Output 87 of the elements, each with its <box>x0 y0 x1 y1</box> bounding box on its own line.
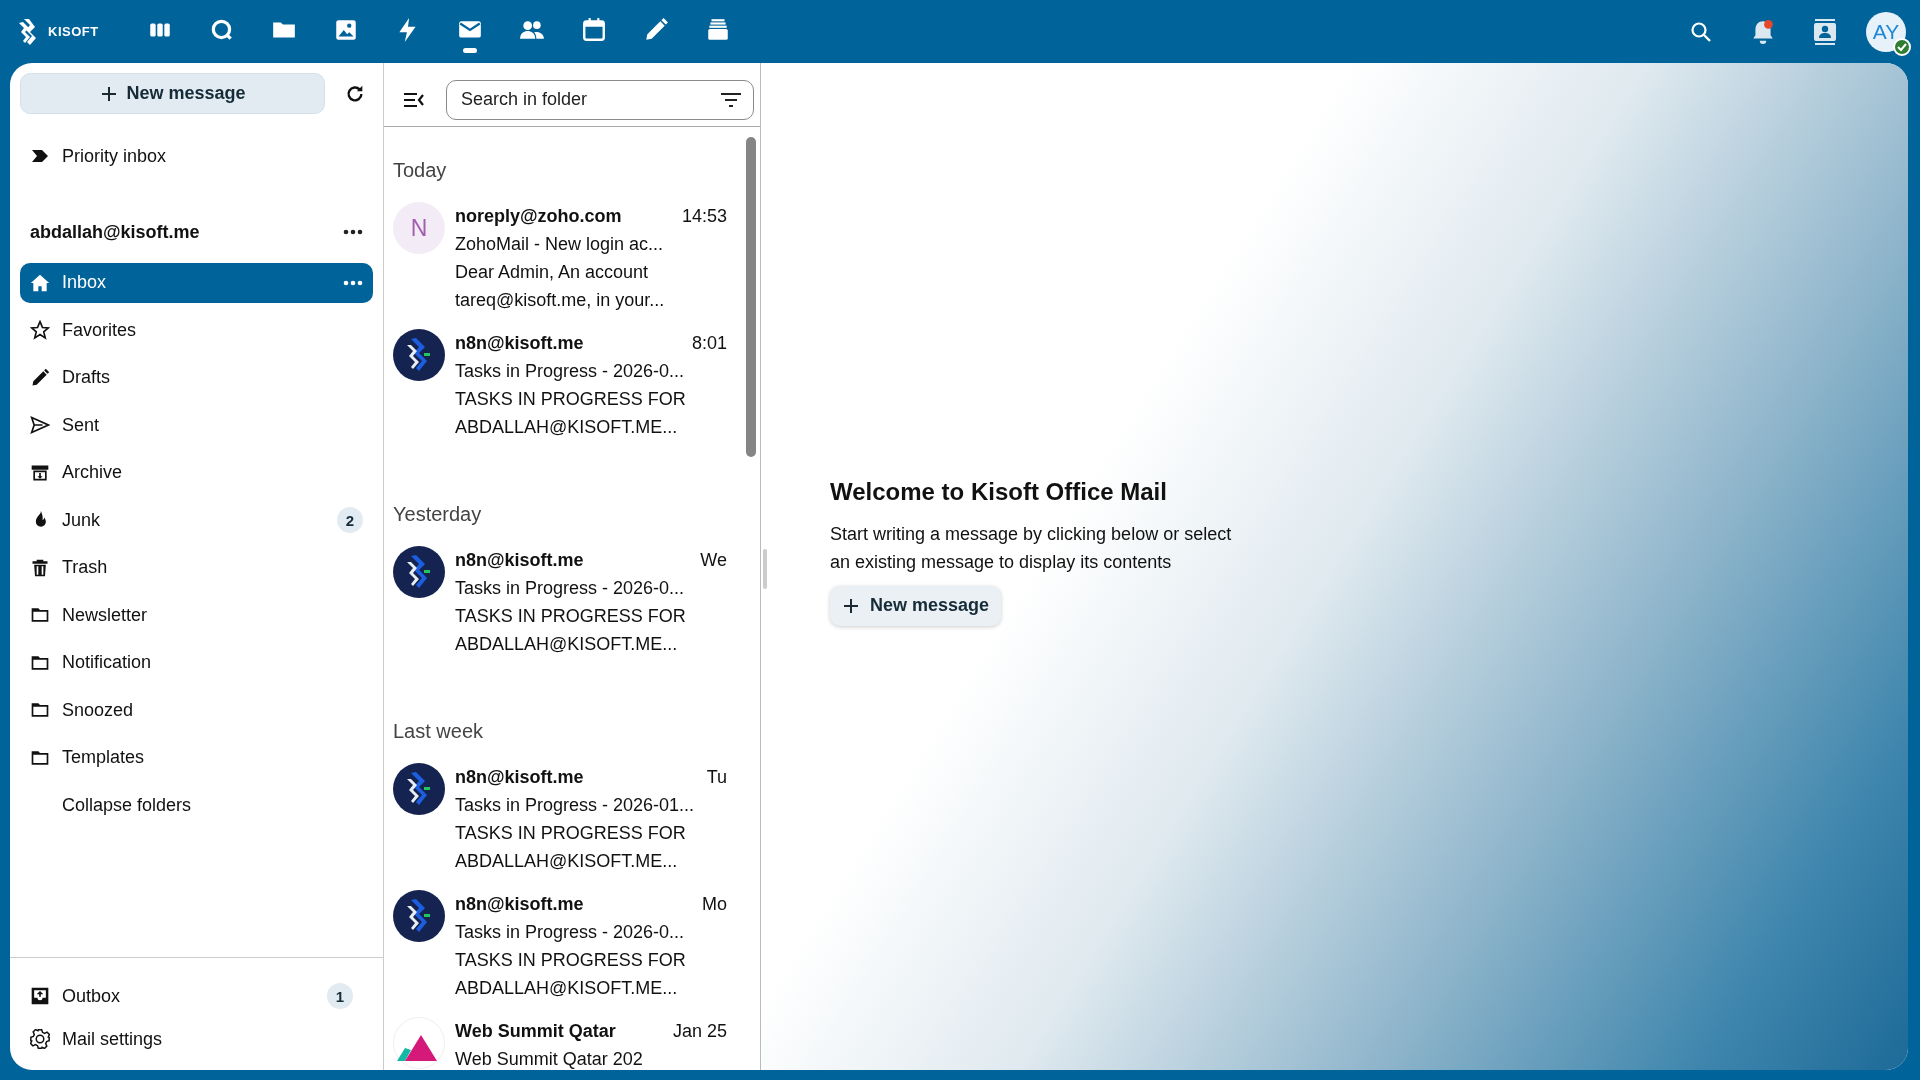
date-group-heading: Last week <box>393 720 485 743</box>
sender-name: n8n@kisoft.me <box>455 766 584 789</box>
message-item[interactable]: n8n@kisoft.me Mo Tasks in Progress - 2026-0... TASKS IN PROGRESS FOR ABDALLAH@KISOFT.ME... <box>393 890 760 1002</box>
settings-icon <box>30 1029 50 1049</box>
message-time: Jan 25 <box>672 1020 727 1043</box>
message-time: Tu <box>706 766 727 789</box>
trash-icon <box>30 557 50 578</box>
message-time: 14:53 <box>681 205 727 228</box>
sender-name: n8n@kisoft.me <box>455 549 584 572</box>
message-item[interactable]: Web Summit Qatar Jan 25 Web Summit Qatar 202 <box>393 1017 760 1070</box>
more-options-icon[interactable] <box>343 229 363 235</box>
welcome-title: Welcome to Kisoft Office Mail <box>830 477 1168 506</box>
sender-name: n8n@kisoft.me <box>455 332 584 355</box>
folder-item[interactable]: Inbox <box>20 262 373 303</box>
message-preview: ABDALLAH@KISOFT.ME... <box>455 633 679 656</box>
home-icon <box>30 272 50 293</box>
date-group-heading: Yesterday <box>393 503 483 526</box>
sender-logo-icon <box>393 763 445 815</box>
folder-item[interactable]: Archive <box>20 452 373 493</box>
folder-item[interactable]: Templates <box>20 737 373 778</box>
folder-icon <box>30 605 50 625</box>
message-time: Mo <box>702 893 727 916</box>
message-preview: Dear Admin, An account <box>455 261 650 284</box>
outbox-count: 1 <box>327 983 353 1009</box>
message-time: We <box>700 549 727 572</box>
account-name: abdallah@kisoft.me <box>30 221 200 243</box>
priority-inbox-item[interactable]: Priority inbox <box>20 136 373 176</box>
message-preview: TASKS IN PROGRESS FOR <box>455 388 687 411</box>
mail-settings-item[interactable]: Mail settings <box>20 1019 363 1059</box>
logo-text: KISOFT <box>48 24 99 39</box>
sender-avatar: N <box>393 202 445 254</box>
search-field[interactable]: Search in folder <box>446 79 754 120</box>
folder-item[interactable]: Sent <box>20 405 373 445</box>
scrollbar[interactable] <box>746 137 756 457</box>
sender-name: n8n@kisoft.me <box>455 893 584 916</box>
resize-handle[interactable] <box>763 549 767 589</box>
message-preview: TASKS IN PROGRESS FOR <box>455 605 687 628</box>
message-item[interactable]: n8n@kisoft.me 8:01 Tasks in Progress - 2026-0... TASKS IN PROGRESS FOR ABDALLAH@KISOFT.ME... <box>393 329 760 441</box>
contacts-icon[interactable] <box>1813 18 1837 45</box>
collapse-sidebar-icon[interactable] <box>403 90 425 109</box>
message-time: 8:01 <box>691 332 727 355</box>
message-item[interactable]: n8n@kisoft.me Tu Tasks in Progress - 2026-01... TASKS IN PROGRESS FOR ABDALLAH@KISOFT.ME... <box>393 763 760 875</box>
pencil-icon <box>30 367 50 388</box>
star-icon <box>30 320 50 340</box>
message-subject: Web Summit Qatar 202 <box>455 1048 644 1070</box>
message-item[interactable]: n8n@kisoft.me We Tasks in Progress - 2026-0... TASKS IN PROGRESS FOR ABDALLAH@KISOFT.ME... <box>393 546 760 658</box>
message-subject: ZohoMail - New login ac... <box>455 233 665 256</box>
sender-logo-icon <box>393 329 445 381</box>
folder-item[interactable]: Trash <box>20 547 373 588</box>
outbox-icon <box>30 986 50 1006</box>
welcome-text: Start writing a message by clicking below or select an existing message to display its contents <box>830 522 1233 574</box>
new-message-button[interactable]: New message <box>20 73 326 114</box>
sender-name: Web Summit Qatar <box>455 1020 616 1043</box>
message-preview: TASKS IN PROGRESS FOR <box>455 822 687 845</box>
sender-name: noreply@zoho.com <box>455 205 622 228</box>
unread-count: 2 <box>337 507 363 533</box>
date-group-heading: Today <box>393 159 448 182</box>
send-icon <box>30 415 50 435</box>
message-preview: ABDALLAH@KISOFT.ME... <box>455 416 679 439</box>
message-preview: ABDALLAH@KISOFT.ME... <box>455 850 679 873</box>
new-message-button[interactable]: New message <box>830 585 1002 626</box>
folder-item[interactable]: Favorites <box>20 310 373 350</box>
folder-item[interactable]: Notification <box>20 642 373 683</box>
folder-item[interactable]: Newsletter <box>20 595 373 635</box>
sender-logo-icon <box>393 890 445 942</box>
more-options-icon[interactable] <box>343 279 363 286</box>
message-preview: TASKS IN PROGRESS FOR <box>455 949 687 972</box>
collapse-folders-link[interactable]: Collapse folders <box>20 785 373 825</box>
outbox-item[interactable]: Outbox 1 <box>20 976 363 1016</box>
folder-item[interactable]: Snoozed <box>20 690 373 730</box>
message-item[interactable]: N noreply@zoho.com 14:53 ZohoMail - New login ac... Dear Admin, An account tareq@kisoft.me, in your... <box>393 202 760 314</box>
message-subject: Tasks in Progress - 2026-01... <box>455 794 696 817</box>
search-icon[interactable] <box>1689 19 1713 44</box>
folder-icon <box>30 700 50 720</box>
message-preview: ABDALLAH@KISOFT.ME... <box>455 977 679 1000</box>
plus-icon <box>842 596 860 615</box>
message-preview: tareq@kisoft.me, in your... <box>455 289 666 312</box>
plus-icon <box>99 84 118 103</box>
calendar-app-icon[interactable] <box>580 16 607 43</box>
sender-logo-icon <box>393 546 445 598</box>
message-subject: Tasks in Progress - 2026-0... <box>455 360 686 383</box>
folder-item[interactable]: Junk 2 <box>20 500 373 540</box>
filter-icon[interactable] <box>720 91 742 108</box>
folder-item[interactable]: Drafts <box>20 357 373 398</box>
message-subject: Tasks in Progress - 2026-0... <box>455 577 686 600</box>
bell-icon[interactable] <box>1750 18 1776 45</box>
message-subject: Tasks in Progress - 2026-0... <box>455 921 686 944</box>
